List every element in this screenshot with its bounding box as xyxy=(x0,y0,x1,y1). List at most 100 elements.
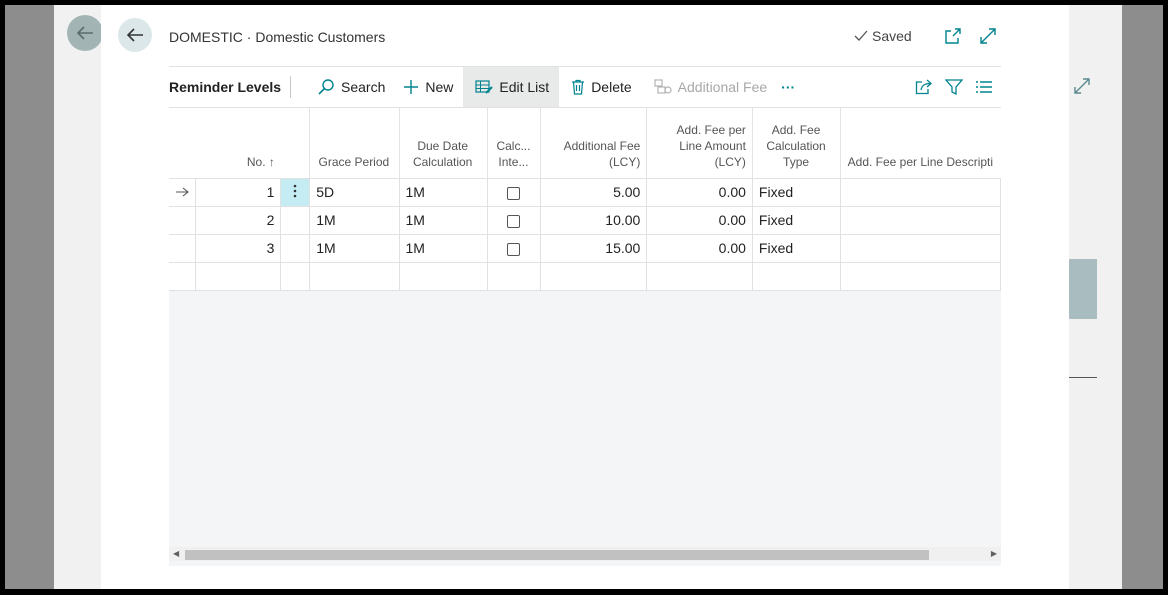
column-header-additional-fee[interactable]: Additional Fee (LCY) xyxy=(540,108,647,178)
edit-list-icon xyxy=(475,80,494,94)
cell-fee-calculation-type[interactable] xyxy=(751,261,842,291)
row-indicator xyxy=(169,261,196,291)
cell-calculate-interest[interactable] xyxy=(486,233,542,263)
share-icon[interactable] xyxy=(915,79,933,95)
cell-no[interactable]: 3 xyxy=(194,233,282,263)
reminder-levels-dialog: DOMESTIC · Domestic Customers Saved Remi… xyxy=(101,5,1069,589)
cell-due-date-calculation[interactable]: 1M xyxy=(398,177,488,207)
cell-fee-per-line-description[interactable] xyxy=(840,205,1001,235)
new-empty-row[interactable] xyxy=(169,261,1001,291)
back-button[interactable] xyxy=(118,18,152,52)
cell-fee-calculation-type[interactable]: Fixed xyxy=(751,233,842,263)
cell-additional-fee[interactable]: 5.00 xyxy=(540,177,648,207)
search-button[interactable]: Search xyxy=(305,67,395,107)
column-header-due-date-calculation[interactable]: Due Date Calculation xyxy=(398,108,488,178)
background-divider xyxy=(1069,377,1097,378)
cell-fee-per-line-amount[interactable]: 0.00 xyxy=(646,177,753,207)
reminder-levels-grid: No. ↑ Grace Period Due Date Calculation C… xyxy=(169,108,1001,566)
cell-grace-period[interactable]: 1M xyxy=(309,205,400,235)
background-back-button xyxy=(67,15,103,51)
row-menu-header xyxy=(280,108,311,178)
row-actions-cell xyxy=(280,261,311,291)
cell-fee-per-line-amount[interactable]: 0.00 xyxy=(646,205,753,235)
table-row[interactable]: 1 5D 1M 5.00 0.00 Fixed xyxy=(169,177,1001,207)
cell-additional-fee[interactable]: 10.00 xyxy=(540,205,648,235)
new-label: New xyxy=(425,79,454,95)
row-indicator-header xyxy=(169,108,196,178)
scroll-left-arrow-icon[interactable]: ◀ xyxy=(173,549,179,558)
additional-fee-label: Additional Fee xyxy=(677,79,768,95)
additional-fee-button[interactable]: Additional Fee xyxy=(642,67,778,107)
cell-grace-period[interactable]: 5D xyxy=(309,177,400,207)
checkbox[interactable] xyxy=(507,214,521,228)
cell-calculate-interest[interactable] xyxy=(486,205,542,235)
edit-list-button[interactable]: Edit List xyxy=(463,67,560,107)
checkmark-icon xyxy=(854,30,868,41)
more-vertical-icon xyxy=(293,184,297,197)
screen: DOMESTIC · Domestic Customers Saved Remi… xyxy=(5,5,1163,589)
table-row[interactable]: 3 1M 1M 15.00 0.00 Fixed xyxy=(169,233,1001,263)
cell-fee-per-line-description[interactable] xyxy=(840,261,1001,291)
current-row-indicator xyxy=(169,177,196,207)
filter-icon[interactable] xyxy=(945,79,963,95)
cell-due-date-calculation[interactable]: 1M xyxy=(398,233,488,263)
column-header-no[interactable]: No. ↑ xyxy=(196,108,281,178)
open-in-new-window-button[interactable] xyxy=(944,27,962,50)
column-header-fee-calculation-type[interactable]: Add. Fee Calculation Type xyxy=(751,108,841,178)
cell-fee-per-line-description[interactable] xyxy=(840,177,1001,207)
search-label: Search xyxy=(341,79,386,95)
page-title: DOMESTIC · Domestic Customers xyxy=(169,29,386,45)
cell-additional-fee[interactable]: 15.00 xyxy=(540,233,648,263)
expand-button[interactable] xyxy=(979,27,997,50)
saved-label: Saved xyxy=(872,28,912,44)
trash-icon xyxy=(572,79,585,95)
action-bar: Reminder Levels Search New Edit List Del… xyxy=(169,66,1001,108)
open-in-new-window-icon xyxy=(945,28,961,44)
row-indicator xyxy=(169,233,196,263)
column-header-grace-period[interactable]: Grace Period xyxy=(309,108,400,178)
column-header-calculate-interest[interactable]: Calc... Inte... xyxy=(486,108,541,178)
more-options-button[interactable]: ··· xyxy=(777,67,805,107)
fee-setup-icon xyxy=(654,79,672,94)
column-header-fee-per-line-description[interactable]: Add. Fee per Line Descripti xyxy=(840,108,1001,178)
scrollbar-thumb[interactable] xyxy=(185,550,929,560)
cell-grace-period[interactable]: 1M xyxy=(309,233,400,263)
list-title: Reminder Levels xyxy=(169,79,282,95)
cell-no[interactable]: 2 xyxy=(194,205,282,235)
new-button[interactable]: New xyxy=(395,67,463,107)
cell-fee-calculation-type[interactable]: Fixed xyxy=(751,177,842,207)
background-band xyxy=(1069,259,1097,319)
arrow-right-icon xyxy=(176,187,189,197)
list-view-icon[interactable] xyxy=(975,79,993,95)
cell-due-date-calculation[interactable]: 1M xyxy=(398,205,488,235)
background-expand-icon xyxy=(1073,77,1091,100)
cell-due-date-calculation[interactable] xyxy=(398,261,488,291)
scroll-right-arrow-icon[interactable]: ▶ xyxy=(991,549,997,558)
horizontal-scrollbar[interactable]: ◀ ▶ xyxy=(169,547,1001,561)
cell-no[interactable]: 1 xyxy=(194,177,282,207)
search-icon xyxy=(318,79,334,95)
table-row[interactable]: 2 1M 1M 10.00 0.00 Fixed xyxy=(169,205,1001,235)
checkbox[interactable] xyxy=(507,186,521,200)
toolbar-right-actions xyxy=(915,67,1001,107)
cell-fee-per-line-description[interactable] xyxy=(840,233,1001,263)
grid-header-row: No. ↑ Grace Period Due Date Calculation C… xyxy=(169,108,1001,178)
cell-calculate-interest[interactable] xyxy=(486,261,542,291)
cell-calculate-interest[interactable] xyxy=(486,177,542,207)
cell-no[interactable] xyxy=(194,261,282,291)
row-actions-cell xyxy=(280,205,311,235)
cell-fee-calculation-type[interactable]: Fixed xyxy=(751,205,842,235)
cell-fee-per-line-amount[interactable]: 0.00 xyxy=(646,233,753,263)
cell-fee-per-line-amount[interactable] xyxy=(646,261,753,291)
checkbox[interactable] xyxy=(507,242,521,256)
toolbar-divider xyxy=(290,76,291,98)
cell-additional-fee[interactable] xyxy=(540,261,648,291)
delete-button[interactable]: Delete xyxy=(559,67,641,107)
row-actions-menu[interactable] xyxy=(280,177,311,207)
cell-grace-period[interactable] xyxy=(309,261,400,291)
grid-table: No. ↑ Grace Period Due Date Calculation C… xyxy=(169,108,1001,291)
delete-label: Delete xyxy=(591,79,632,95)
plus-icon xyxy=(404,80,419,94)
row-actions-cell xyxy=(280,233,311,263)
column-header-fee-per-line-amount[interactable]: Add. Fee per Line Amount (LCY) xyxy=(646,108,753,178)
